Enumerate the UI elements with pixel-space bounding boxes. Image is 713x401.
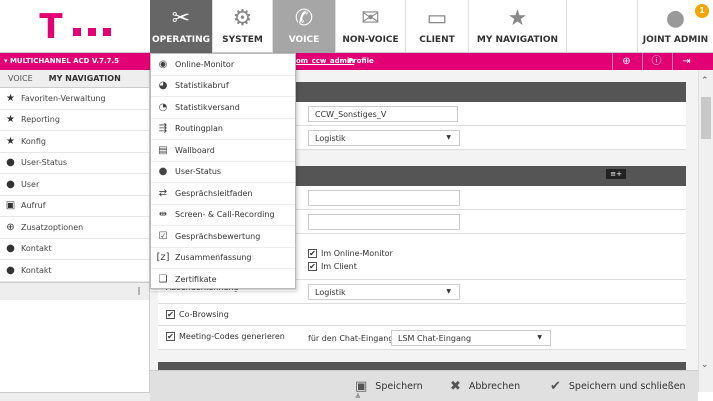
text-field-2[interactable] — [308, 214, 460, 230]
name-field[interactable]: CCW_Sonstiges_V — [308, 106, 458, 122]
menu-item-zusammenfassung[interactable]: [z] Zusammenfassung — [151, 248, 295, 269]
guide-icon: ⇄ — [158, 187, 168, 199]
rating-icon: ☑ — [158, 230, 168, 242]
save-button[interactable]: ▣ Speichern — [355, 379, 423, 394]
nav-my-navigation[interactable]: ★ MY NAVIGATION — [469, 0, 567, 53]
star-icon: ★ — [6, 114, 15, 126]
sidebar: VOICE MY NAVIGATION ★ Favoriten-Verwaltun… — [0, 70, 150, 392]
sidebar-item-kontakt[interactable]: ● Kontakt — [0, 239, 149, 260]
eye-icon: ◉ — [158, 58, 168, 70]
menu-item-statistikabruf[interactable]: ◕ Statistikabruf — [151, 76, 295, 97]
nav-client[interactable]: ▭ CLIENT — [406, 0, 469, 53]
certificate-icon: ❏ — [158, 273, 168, 285]
nav-system[interactable]: ⚙ SYSTEM — [213, 0, 273, 53]
form-row-cobrowsing: ✔ Co-Browsing — [158, 304, 686, 326]
collapse-grip-icon[interactable]: ≜ — [355, 393, 361, 401]
cobrowsing-checkbox[interactable]: ✔ Co-Browsing — [166, 310, 229, 319]
scroll-down-icon[interactable]: ⌄ — [701, 360, 709, 370]
recording-icon: ⇹ — [158, 209, 168, 221]
user-icon: ● — [6, 264, 15, 276]
sidebar-item-user-status[interactable]: ● User-Status — [0, 153, 149, 174]
telekom-logo[interactable]: T — [0, 0, 150, 53]
menu-item-online-monitor[interactable]: ◉ Online-Monitor — [151, 54, 295, 76]
mail-icon: ✉ — [361, 6, 380, 31]
user-icon: ● — [665, 6, 686, 31]
user-icon: ● — [6, 178, 15, 190]
cancel-button[interactable]: ✖ Abbrechen — [450, 379, 520, 394]
star-icon: ★ — [6, 135, 15, 147]
menu-item-recording[interactable]: ⇹ Screen- & Call-Recording — [151, 205, 295, 226]
menu-item-gespraechsbewertung[interactable]: ☑ Gesprächsbewertung — [151, 226, 295, 248]
routing-icon: ⇶ — [158, 123, 168, 135]
context-bar: ▾ MULTICHANNEL ACD V.7.7.5 om_ccw_admin … — [0, 53, 713, 70]
summary-icon: [z] — [156, 252, 170, 264]
tab-my-navigation[interactable]: MY NAVIGATION — [41, 70, 129, 87]
sidebar-item-favoriten[interactable]: ★ Favoriten-Verwaltung — [0, 88, 149, 110]
add-icon[interactable]: ⊕ — [612, 53, 640, 70]
nav-voice[interactable]: ✆ VOICE — [273, 0, 336, 53]
screen-icon: ▭ — [426, 6, 448, 31]
menu-item-wallboard[interactable]: ▤ Wallboard — [151, 140, 295, 162]
action-bar: ▣ Speichern ✖ Abbrechen ✔ Speichern und sch… — [150, 370, 698, 401]
notification-badge: 1 — [695, 4, 709, 18]
user-link[interactable]: om_ccw_admin — [296, 57, 354, 65]
star-gear-icon: ★ — [6, 92, 15, 104]
operating-menu: ◉ Online-Monitor ◕ Statistikabruf ◔ Statist… — [150, 53, 296, 291]
plus-icon: ⊕ — [6, 221, 15, 233]
nav-non-voice[interactable]: ✉ NON-VOICE — [336, 0, 406, 53]
phone-icon: ✆ — [294, 6, 314, 31]
client-checkbox[interactable]: ✔ Im Client — [308, 262, 357, 271]
user-icon: ● — [6, 243, 15, 255]
close-icon: ✖ — [450, 379, 461, 394]
sidebar-item-aufruf[interactable]: ▣ Aufruf — [0, 196, 149, 217]
profile-link[interactable]: Profile — [348, 57, 374, 65]
sidebar-item-reporting[interactable]: ★ Reporting — [0, 110, 149, 131]
checkmark-icon: ✔ — [550, 379, 561, 394]
text-field-1[interactable] — [308, 190, 460, 206]
user-status-icon: ● — [158, 166, 168, 178]
meeting-codes-checkbox[interactable]: ✔ Meeting-Codes generieren — [166, 332, 285, 341]
sidebar-item-user[interactable]: ● User — [0, 174, 149, 196]
vertical-scrollbar[interactable]: ⌃ ⌄ — [698, 70, 713, 392]
nav-operating[interactable]: ✂ OPERATING — [150, 0, 213, 53]
floppy-icon: ▣ — [355, 379, 368, 394]
logout-icon[interactable]: ⇥ — [672, 53, 700, 70]
menu-item-zertifikate[interactable]: ❏ Zertifikate — [151, 269, 295, 291]
call-icon: ▣ — [5, 200, 16, 212]
menu-item-gespraechsleitfaden[interactable]: ⇄ Gesprächsleitfaden — [151, 183, 295, 205]
save-and-close-button[interactable]: ✔ Speichern und schließen — [550, 379, 686, 394]
info-icon[interactable]: ⓘ — [642, 53, 670, 70]
menu-item-statistikversand[interactable]: ◔ Statistikversand — [151, 97, 295, 119]
top-navigation: T ✂ OPERATING ⚙ SYSTEM ✆ VOICE ✉ NON-VOICE ▭… — [0, 0, 713, 53]
pie-send-icon: ◔ — [158, 101, 168, 113]
sidebar-footer: ‖ — [0, 281, 149, 300]
section-header-3 — [158, 362, 686, 370]
form-row-meeting: ✔ Meeting-Codes generieren für den Chat-E… — [158, 326, 686, 350]
sidebar-item-kontakt-2[interactable]: ● Kontakt — [0, 260, 149, 282]
horizontal-scrollbar[interactable] — [0, 392, 150, 401]
list-add-icon[interactable]: ≡+ — [606, 169, 626, 179]
star-icon: ★ — [507, 6, 528, 31]
logo-t-icon: T — [39, 6, 63, 47]
absender-select[interactable]: Logistik — [308, 284, 460, 300]
gears-icon: ⚙ — [232, 6, 253, 31]
nav-joint-admin[interactable]: ● JOINT ADMIN 1 — [637, 0, 713, 53]
tools-icon: ✂ — [171, 6, 191, 31]
acd-selector[interactable]: ▾ MULTICHANNEL ACD V.7.7.5 — [4, 57, 119, 65]
scroll-thumb[interactable] — [701, 97, 711, 139]
menu-item-routingplan[interactable]: ⇶ Routingplan — [151, 119, 295, 140]
menu-item-user-status[interactable]: ● User-Status — [151, 162, 295, 183]
user-status-icon: ● — [6, 157, 15, 169]
wallboard-icon: ▤ — [158, 144, 168, 156]
scroll-up-icon[interactable]: ⌃ — [701, 76, 709, 86]
pie-chart-icon: ◕ — [158, 80, 168, 92]
online-monitor-checkbox[interactable]: ✔ Im Online-Monitor — [308, 249, 393, 258]
chat-select[interactable]: LSM Chat-Eingang — [391, 330, 551, 346]
resize-grip-icon[interactable]: ‖ — [137, 286, 141, 295]
sidebar-item-konfig[interactable]: ★ Konfig — [0, 131, 149, 153]
sidebar-item-zusatzoptionen[interactable]: ⊕ Zusatzoptionen — [0, 217, 149, 239]
tab-voice[interactable]: VOICE — [0, 70, 41, 87]
group-select[interactable]: Logistik — [308, 130, 460, 146]
chat-label: für den Chat-Eingang — [308, 334, 394, 343]
